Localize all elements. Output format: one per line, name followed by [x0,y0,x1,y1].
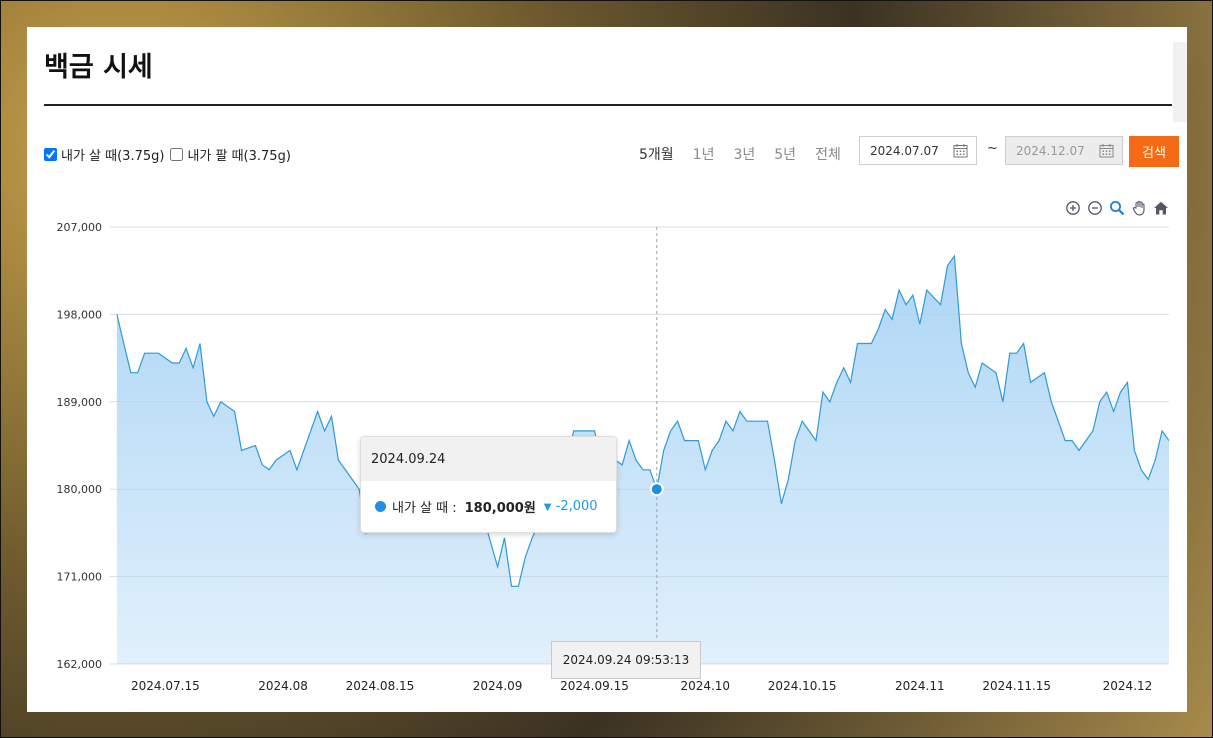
x-tick-label: 2024.10 [680,679,730,693]
x-tick-label: 2024.07.15 [131,679,200,693]
x-tick-label: 2024.11.15 [982,679,1051,693]
price-chart: 162,000 171,000 180,000 189,000 198,000 207,0… [57,221,1170,693]
tooltip-body: 내가 살 때 : 180,000원 ▼ -2,000 [361,481,616,532]
y-tick-label: 171,000 [57,571,103,584]
y-tick-label: 180,000 [57,483,103,496]
x-tick-label: 2024.10.15 [768,679,837,693]
series-area [116,256,1169,664]
x-tick-label: 2024.11 [895,679,945,693]
x-tick-label: 2024.08.15 [346,679,415,693]
y-tick-label: 207,000 [57,221,103,234]
x-tick-label: 2024.09.15 [560,679,629,693]
series-dot [375,501,386,512]
tooltip-change: ▼ -2,000 [544,499,598,514]
highlight-point [649,482,664,497]
x-tick-label: 2024.12 [1103,679,1153,693]
y-tick-label: 198,000 [57,308,103,321]
crosshair-time-label: 2024.09.24 09:53:13 [551,641,701,679]
x-tick-label: 2024.08 [258,679,308,693]
tooltip-series-label: 내가 살 때 : [392,501,457,516]
y-tick-label: 162,000 [57,658,103,671]
x-tick-label: 2024.09 [473,679,523,693]
down-triangle-icon: ▼ [543,502,552,513]
y-tick-label: 189,000 [57,396,103,409]
chart-tooltip: 2024.09.24 내가 살 때 : 180,000원 ▼ -2,000 [360,436,617,533]
tooltip-change-value: -2,000 [555,499,598,514]
tooltip-date: 2024.09.24 [361,437,616,481]
tooltip-value: 180,000원 [464,501,536,516]
